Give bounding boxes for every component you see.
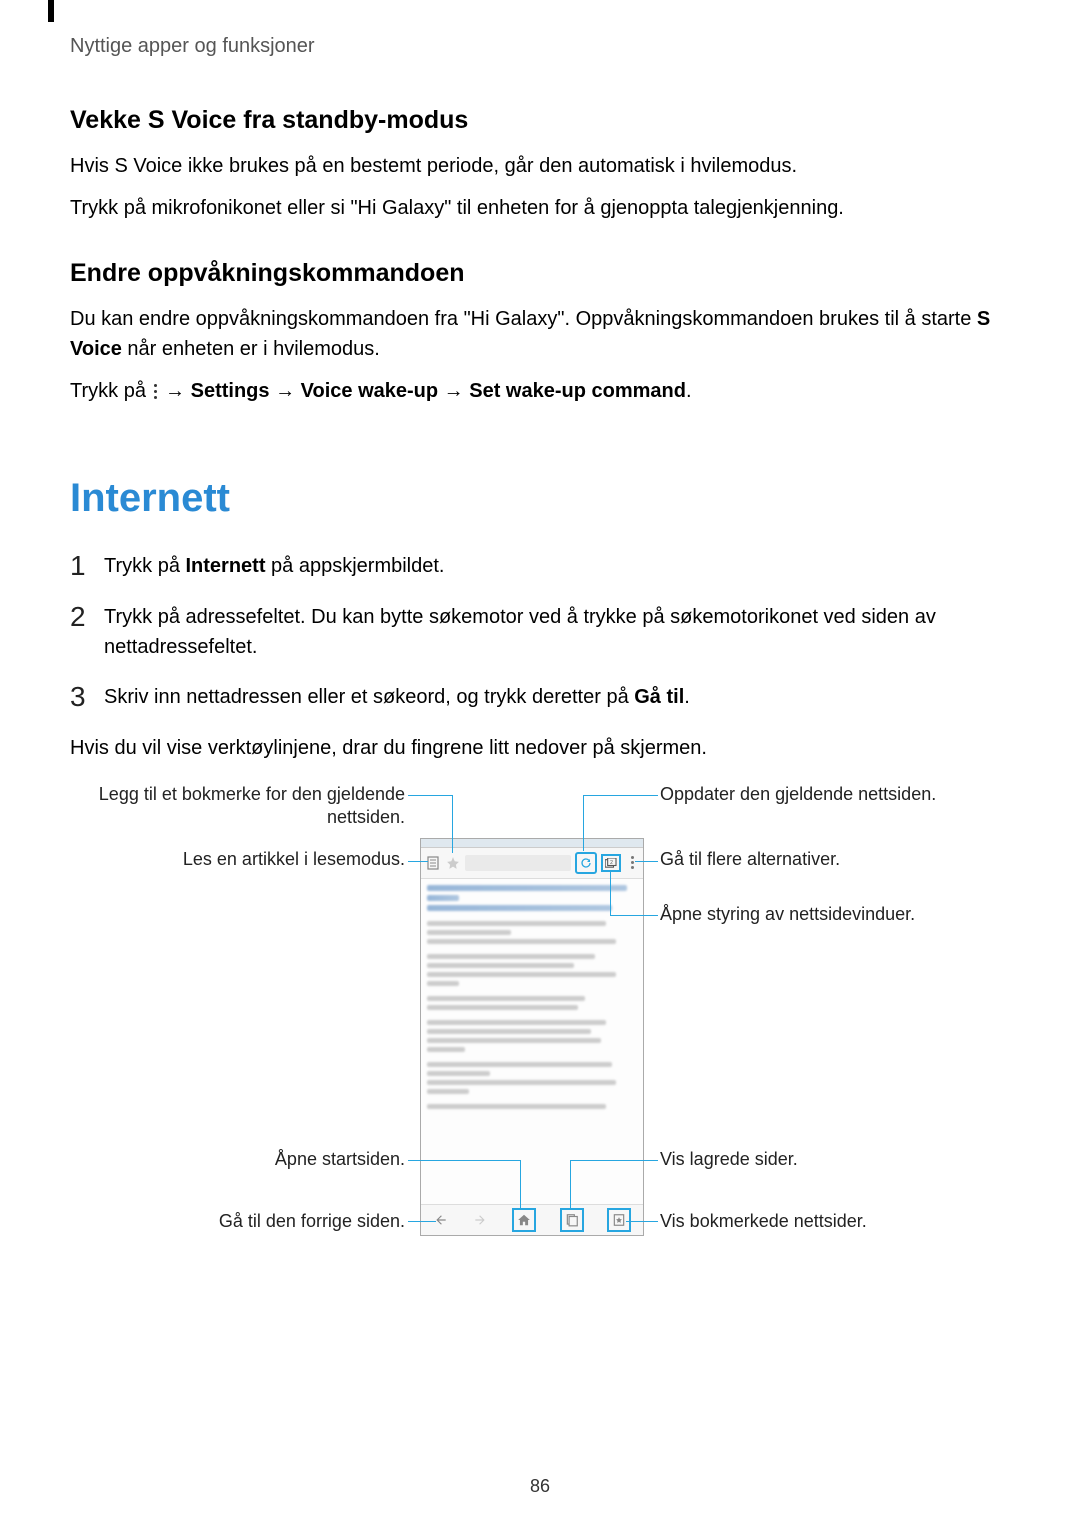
subheading-svoice-wake: Vekke S Voice fra standby-modus — [70, 106, 1010, 135]
callout-refresh: Oppdater den gjeldende nettsiden. — [660, 783, 980, 806]
step-text: Trykk på adressefeltet. Du kan bytte søk… — [104, 602, 1010, 662]
browser-bottombar — [421, 1204, 643, 1235]
leader-line — [408, 861, 428, 862]
callout-back: Gå til den forrige siden. — [70, 1210, 405, 1233]
text: Du kan endre oppvåkningskommandoen fra "… — [70, 308, 977, 330]
more-options-icon — [625, 854, 639, 872]
status-bar — [421, 839, 643, 848]
callout-more: Gå til flere alternativer. — [660, 848, 980, 871]
leader-line — [583, 795, 658, 796]
paragraph: Hvis S Voice ikke brukes på en bestemt p… — [70, 151, 1010, 181]
text-bold: Internett — [186, 555, 266, 577]
windows-icon: 2 — [601, 854, 621, 872]
section-title-internett: Internett — [70, 476, 1010, 521]
list-item: 1 Trykk på Internett på appskjermbildet. — [70, 551, 1010, 582]
address-bar — [465, 855, 571, 871]
page-header: Nyttige apper og funksjoner — [70, 35, 1010, 58]
leader-line — [408, 1221, 436, 1222]
more-options-icon — [154, 384, 158, 400]
callout-bookmark: Legg til et bokmerke for den gjeldende n… — [70, 783, 405, 830]
leader-line — [570, 1160, 571, 1208]
step-number: 3 — [70, 682, 104, 713]
text-bold: Gå til — [634, 686, 684, 708]
step-number: 1 — [70, 551, 104, 582]
bookmark-star-icon — [445, 855, 461, 871]
step-text: Skriv inn nettadressen eller et søkeord,… — [104, 682, 1010, 713]
text: når enheten er i hvilemodus. — [122, 338, 380, 360]
paragraph: Trykk på mikrofonikonet eller si "Hi Gal… — [70, 193, 1010, 223]
forward-icon — [472, 1212, 488, 1228]
text: Trykk på — [104, 555, 186, 577]
svg-text:2: 2 — [610, 859, 613, 865]
paragraph: Du kan endre oppvåkningskommandoen fra "… — [70, 304, 1010, 364]
numbered-list: 1 Trykk på Internett på appskjermbildet.… — [70, 551, 1010, 713]
text: → — [160, 380, 191, 402]
callout-reader: Les en artikkel i lesemodus. — [70, 848, 405, 871]
list-item: 2 Trykk på adressefeltet. Du kan bytte s… — [70, 602, 1010, 662]
paragraph: Hvis du vil vise verktøylinjene, drar du… — [70, 733, 1010, 763]
text: Skriv inn nettadressen eller et søkeord,… — [104, 686, 634, 708]
home-icon — [512, 1208, 536, 1232]
refresh-icon — [575, 852, 597, 874]
subheading-change-wake: Endre oppvåkningskommandoen — [70, 259, 1010, 288]
leader-line — [408, 795, 452, 796]
leader-line — [408, 1160, 520, 1161]
leader-line — [520, 1160, 521, 1208]
text: Trykk på — [70, 380, 152, 402]
text: . — [686, 380, 692, 402]
bookmarks-icon — [607, 1208, 631, 1232]
text: → — [438, 380, 469, 402]
leader-line — [610, 915, 658, 916]
page-number: 86 — [0, 1476, 1080, 1497]
leader-line — [626, 1221, 658, 1222]
leader-line — [635, 861, 658, 862]
step-text: Trykk på Internett på appskjermbildet. — [104, 551, 1010, 582]
reader-mode-icon — [425, 855, 441, 871]
text: på appskjermbildet. — [266, 555, 445, 577]
list-item: 3 Skriv inn nettadressen eller et søkeor… — [70, 682, 1010, 713]
callout-saved: Vis lagrede sider. — [660, 1148, 980, 1171]
leader-line — [583, 795, 584, 851]
text-bold: Voice wake-up — [301, 380, 438, 402]
step-number: 2 — [70, 602, 104, 662]
text-bold: Settings — [191, 380, 270, 402]
text: → — [270, 380, 301, 402]
back-icon — [433, 1212, 449, 1228]
callout-home: Åpne startsiden. — [70, 1148, 405, 1171]
leader-line — [452, 795, 453, 853]
text-bold: Set wake-up command — [469, 380, 686, 402]
browser-diagram: 2 — [70, 783, 1010, 1263]
callout-bookmarked: Vis bokmerkede nettsider. — [660, 1210, 980, 1233]
page-content-placeholder — [421, 879, 643, 1201]
text: . — [684, 686, 690, 708]
callout-windows: Åpne styring av nettsidevinduer. — [660, 903, 1000, 926]
leader-line — [610, 871, 611, 915]
paragraph: Trykk på → Settings → Voice wake-up → Se… — [70, 376, 1010, 406]
saved-pages-icon — [560, 1208, 584, 1232]
leader-line — [570, 1160, 658, 1161]
